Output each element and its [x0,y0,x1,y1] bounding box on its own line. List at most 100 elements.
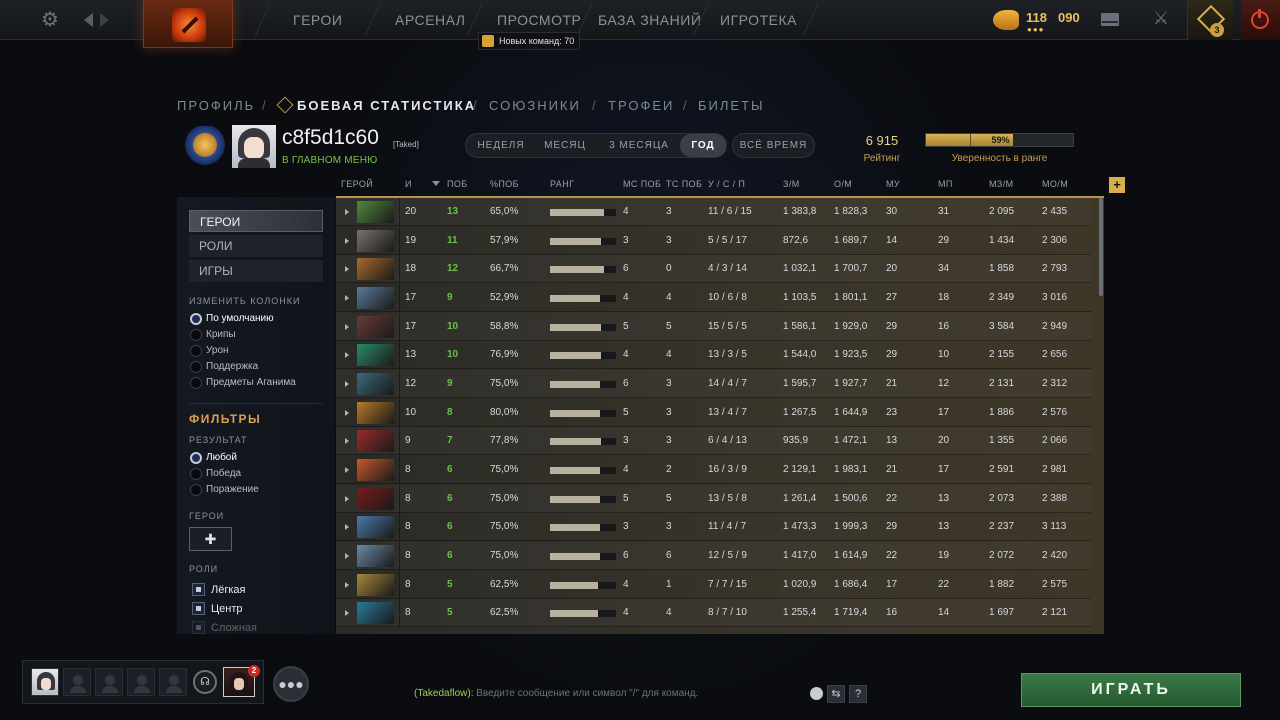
expand-row-icon[interactable] [345,495,349,502]
table-row[interactable]: 18 12 66,7% 6 0 4 / 3 / 14 1 032,1 1 700,7 20 34 1… [336,255,1091,284]
expand-row-icon[interactable] [345,581,349,588]
chat-input[interactable]: (Takedaflow): Введите сообщение или симв… [414,688,698,699]
party-slot-empty[interactable] [159,668,187,696]
tab-battle-stats[interactable]: БОЕВАЯ СТАТИСТИКА [297,98,476,113]
forward-arrow-icon[interactable] [100,11,112,29]
table-row[interactable]: 8 6 75,0% 3 3 11 / 4 / 7 1 473,3 1 999,3 29 13 2 2… [336,513,1091,542]
expand-row-icon[interactable] [345,352,349,359]
table-row[interactable]: 8 6 75,0% 6 6 12 / 5 / 9 1 417,0 1 614,9 22 19 2 0… [336,541,1091,570]
expand-row-icon[interactable] [345,438,349,445]
col-ms-wins[interactable]: МС ПОБ [623,179,661,189]
expand-row-icon[interactable] [345,466,349,473]
col-winrate[interactable]: %ПОБ [490,179,519,189]
period-year[interactable]: ГОД [680,134,726,157]
table-row[interactable]: 19 11 57,9% 3 3 5 / 5 / 17 872,6 1 689,7 14 29 1 4… [336,226,1091,255]
tab-trophies[interactable]: ТРОФЕИ [608,98,674,113]
armory-icon[interactable]: ⚔ [1150,8,1172,32]
col-max-xpm[interactable]: МО/М [1042,179,1068,189]
headset-icon[interactable]: ☊ [193,670,217,694]
subtab-roles[interactable]: РОЛИ [189,235,323,257]
period-week[interactable]: НЕДЕЛЯ [470,134,532,157]
nav-arcade[interactable]: ИГРОТЕКА [720,12,797,28]
hero-portrait[interactable] [357,286,394,309]
back-arrow-icon[interactable] [84,11,96,29]
subtab-heroes[interactable]: ГЕРОИ [189,210,323,232]
dota-plus-button[interactable]: 3 [1187,0,1233,40]
nav-armory[interactable]: АРСЕНАЛ [395,12,465,28]
hero-portrait[interactable] [357,344,394,367]
period-all-time[interactable]: ВСЁ ВРЕМЯ [732,133,815,158]
hero-portrait[interactable] [357,573,394,596]
friends-list-button[interactable]: ●●● [273,666,309,702]
hero-portrait[interactable] [357,315,394,338]
chat-help-button[interactable]: ? [849,685,867,703]
party-slot-self[interactable] [31,668,59,696]
expand-row-icon[interactable] [345,552,349,559]
table-row[interactable]: 8 5 62,5% 4 4 8 / 7 / 10 1 255,4 1 719,4 16 14 1 6… [336,599,1091,628]
table-row[interactable]: 8 6 75,0% 5 5 13 / 5 / 8 1 261,4 1 500,6 22 13 2 0… [336,484,1091,513]
table-row[interactable]: 12 9 75,0% 6 3 14 / 4 / 7 1 595,7 1 927,7 21 12 2 … [336,369,1091,398]
expand-row-icon[interactable] [345,266,349,273]
col-ts-wins[interactable]: ТС ПОБ [666,179,702,189]
tab-profile[interactable]: ПРОФИЛЬ [177,98,255,113]
sort-desc-icon[interactable] [432,181,440,186]
col-max-kills[interactable]: МУ [886,179,900,189]
hero-portrait[interactable] [357,602,394,625]
subtab-games[interactable]: ИГРЫ [189,260,323,282]
emoji-icon[interactable] [810,687,823,700]
table-scrollbar[interactable] [1099,198,1103,296]
gear-icon[interactable]: ⚙ [38,9,62,31]
hero-portrait[interactable] [357,544,394,567]
col-kda[interactable]: У / С / П [708,179,745,189]
hero-portrait[interactable] [357,401,394,424]
hero-portrait[interactable] [357,487,394,510]
expand-row-icon[interactable] [345,380,349,387]
table-row[interactable]: 10 8 80,0% 5 3 13 / 4 / 7 1 267,5 1 644,9 23 17 1 … [336,398,1091,427]
hero-portrait[interactable] [357,430,394,453]
period-month[interactable]: МЕСЯЦ [536,134,594,157]
table-row[interactable]: 8 6 75,0% 4 2 16 / 3 / 9 2 129,1 1 983,1 21 17 2 5… [336,455,1091,484]
exit-button[interactable] [1241,0,1280,40]
table-row[interactable]: 17 9 52,9% 4 4 10 / 6 / 8 1 103,5 1 801,1 27 18 2 … [336,283,1091,312]
tab-tickets[interactable]: БИЛЕТЫ [698,98,765,113]
hero-portrait[interactable] [357,229,394,252]
party-slot-empty[interactable] [63,668,91,696]
col-xpm[interactable]: О/М [834,179,852,189]
avatar[interactable] [232,125,276,168]
shards-icon[interactable] [993,10,1019,30]
party-slot-empty[interactable] [127,668,155,696]
expand-row-icon[interactable] [345,409,349,416]
col-max-gpm[interactable]: МЗ/М [989,179,1014,189]
col-rank[interactable]: РАНГ [550,179,574,189]
expand-row-icon[interactable] [345,209,349,215]
hero-portrait[interactable] [357,372,394,395]
rank-medal-icon[interactable] [182,126,228,168]
table-row[interactable]: 8 5 62,5% 4 1 7 / 7 / 15 1 020,9 1 686,4 17 22 1 8… [336,570,1091,599]
col-wins[interactable]: ПОБ [447,179,468,189]
dota-logo-button[interactable] [143,0,233,48]
party-slot-empty[interactable] [95,668,123,696]
chat-channel-icon[interactable]: ⇆ [827,685,845,703]
col-games[interactable]: И [405,179,412,189]
table-row[interactable]: 17 10 58,8% 5 5 15 / 5 / 5 1 586,1 1 929,0 29 16 3… [336,312,1091,341]
add-column-button[interactable]: + [1109,177,1125,193]
hero-portrait[interactable] [357,258,394,281]
table-row[interactable]: 20 13 65,0% 4 3 11 / 6 / 15 1 383,8 1 828,3 30 31… [336,198,1091,226]
expand-row-icon[interactable] [345,294,349,301]
nav-learn[interactable]: БАЗА ЗНАНИЙ [598,12,701,28]
add-hero-filter-button[interactable]: ✚ [189,527,232,551]
col-max-lasthits[interactable]: МП [938,179,953,189]
tab-allies[interactable]: СОЮЗНИКИ [489,98,581,113]
table-row[interactable]: 13 10 76,9% 4 4 13 / 3 / 5 1 544,0 1 923,5 29 10 2… [336,341,1091,370]
notification-pill[interactable]: Новых команд: 70 [478,32,581,50]
col-hero[interactable]: ГЕРОЙ [341,179,373,189]
expand-row-icon[interactable] [345,610,349,617]
nav-watch[interactable]: ПРОСМОТР [497,12,581,28]
table-row[interactable]: 9 7 77,8% 3 3 6 / 4 / 13 935,9 1 472,1 13 20 1 355… [336,427,1091,456]
expand-row-icon[interactable] [345,323,349,330]
mail-icon[interactable] [1101,13,1119,26]
expand-row-icon[interactable] [345,237,349,244]
period-3months[interactable]: 3 МЕСЯЦА [600,134,678,157]
hero-portrait[interactable] [357,516,394,539]
nav-heroes[interactable]: ГЕРОИ [293,12,342,28]
